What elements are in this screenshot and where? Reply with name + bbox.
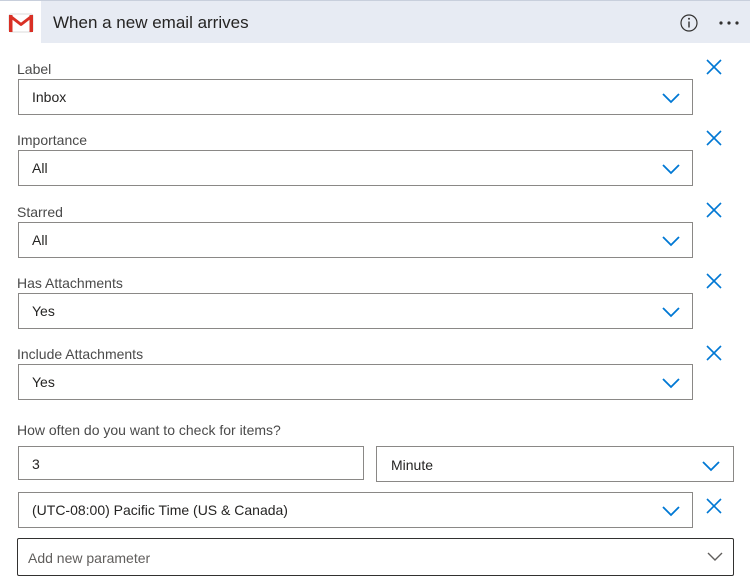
starred-select[interactable]: All: [18, 222, 693, 258]
importance-select[interactable]: All: [18, 150, 693, 186]
card-header[interactable]: When a new email arrives: [0, 0, 750, 44]
more-options-icon[interactable]: [716, 11, 742, 35]
remove-starred-icon[interactable]: [705, 201, 723, 219]
chevron-down-icon: [662, 378, 680, 389]
interval-count-value: 3: [32, 456, 40, 472]
info-icon[interactable]: [679, 13, 699, 33]
remove-timezone-icon[interactable]: [705, 497, 723, 515]
include-attachments-select-value: Yes: [32, 374, 55, 390]
starred-select-value: All: [32, 232, 48, 248]
remove-label-icon[interactable]: [705, 58, 723, 76]
has-attachments-field-label: Has Attachments: [17, 275, 123, 291]
gmail-logo: [0, 1, 41, 44]
importance-field-label: Importance: [17, 132, 88, 148]
interval-field-label: How often do you want to check for items…: [17, 422, 281, 438]
chevron-down-icon: [662, 506, 680, 517]
starred-field-label: Starred: [17, 204, 63, 220]
has-attachments-select-value: Yes: [32, 303, 55, 319]
chevron-down-icon: [702, 461, 720, 472]
interval-count-input[interactable]: 3: [18, 446, 364, 480]
chevron-down-icon: [662, 307, 680, 318]
remove-importance-icon[interactable]: [705, 129, 723, 147]
chevron-down-icon: [662, 236, 680, 247]
add-new-parameter-placeholder: Add new parameter: [28, 550, 151, 566]
chevron-down-icon: [662, 93, 680, 104]
frequency-select-value: Minute: [391, 457, 434, 473]
trigger-card: When a new email arrives Label Inbox Imp…: [0, 0, 750, 582]
gmail-icon: [8, 13, 33, 32]
chevron-down-icon: [662, 164, 680, 175]
label-select[interactable]: Inbox: [18, 79, 693, 115]
has-attachments-select[interactable]: Yes: [18, 293, 693, 329]
label-select-value: Inbox: [32, 89, 67, 105]
chevron-down-icon: [707, 552, 723, 561]
timezone-select[interactable]: (UTC-08:00) Pacific Time (US & Canada): [18, 492, 693, 528]
remove-include-attachments-icon[interactable]: [705, 344, 723, 362]
include-attachments-field-label: Include Attachments: [17, 346, 144, 362]
importance-select-value: All: [32, 160, 48, 176]
remove-has-attachments-icon[interactable]: [705, 272, 723, 290]
trigger-title: When a new email arrives: [53, 13, 249, 32]
label-field-label: Label: [17, 61, 52, 77]
frequency-select[interactable]: Minute: [376, 446, 734, 482]
timezone-select-value: (UTC-08:00) Pacific Time (US & Canada): [32, 502, 288, 518]
add-new-parameter-dropdown[interactable]: Add new parameter: [17, 538, 734, 576]
include-attachments-select[interactable]: Yes: [18, 364, 693, 400]
